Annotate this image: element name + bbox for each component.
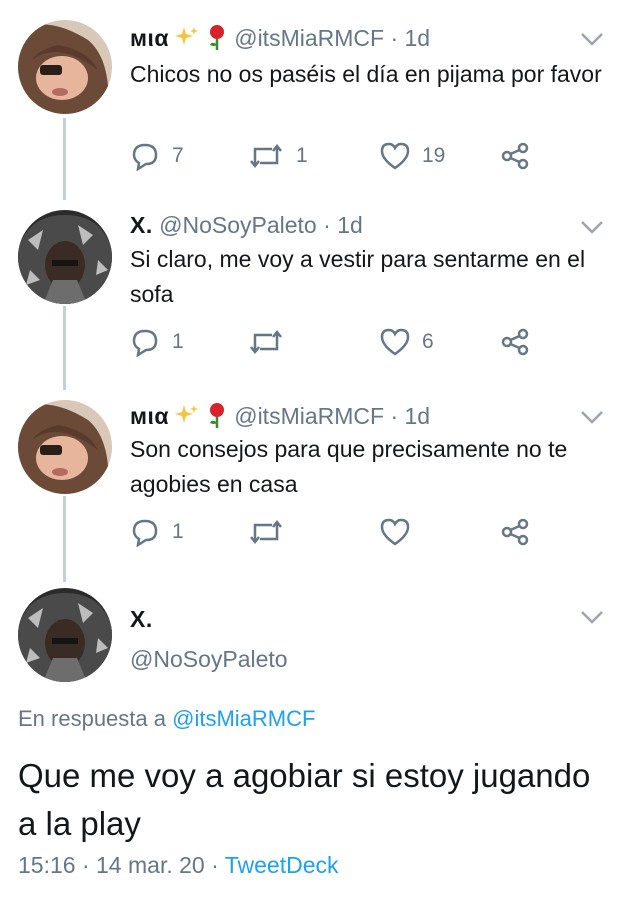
- handle[interactable]: @itsMiaRMCF: [234, 25, 384, 51]
- display-name[interactable]: X.: [130, 212, 153, 238]
- tweet-3[interactable]: мια @itsMiaRMCF · 1d Son consejos para q…: [0, 390, 626, 582]
- retweet-icon: [250, 519, 282, 545]
- reply-button[interactable]: 1: [130, 514, 184, 550]
- like-count: 19: [422, 144, 446, 167]
- avatar-mia[interactable]: [18, 20, 112, 114]
- tweet-date[interactable]: 14 mar. 20: [96, 852, 205, 878]
- like-button[interactable]: [380, 514, 422, 550]
- reply-button[interactable]: 1: [130, 324, 184, 360]
- retweet-count: 1: [296, 144, 308, 167]
- display-name[interactable]: X.: [130, 606, 153, 632]
- focused-tweet-text: Que me voy a agobiar si estoy jugando a …: [18, 757, 591, 842]
- tweet-time[interactable]: 15:16: [18, 852, 76, 878]
- tweet-actions: 1 6: [130, 324, 550, 360]
- share-icon: [501, 142, 529, 170]
- retweet-button[interactable]: [248, 324, 296, 360]
- reply-count: 1: [172, 330, 184, 353]
- focused-handle[interactable]: @NoSoyPaleto: [130, 646, 288, 673]
- reply-button[interactable]: 7: [130, 138, 184, 174]
- sparkles-icon: [175, 403, 199, 433]
- retweet-button[interactable]: [248, 514, 296, 550]
- chevron-down-icon[interactable]: [580, 220, 604, 234]
- reply-icon: [132, 329, 158, 357]
- avatar-x[interactable]: [18, 210, 112, 304]
- tweet-2[interactable]: X. @NoSoyPaleto · 1d Si claro, me voy a …: [0, 200, 626, 390]
- share-button[interactable]: [500, 514, 542, 550]
- sparkles-icon: [175, 25, 199, 55]
- chevron-down-icon[interactable]: [580, 32, 604, 46]
- reply-context: En respuesta a @itsMiaRMCF: [18, 706, 315, 732]
- share-icon: [501, 328, 529, 356]
- handle[interactable]: @NoSoyPaleto: [159, 212, 317, 238]
- tweet-actions: 1: [130, 514, 550, 550]
- avatar-x[interactable]: [18, 588, 112, 682]
- tweet-1[interactable]: мια @itsMiaRMCF · 1d Chicos no os paséis…: [0, 0, 626, 200]
- focused-name[interactable]: X.: [130, 606, 153, 633]
- handle[interactable]: @itsMiaRMCF: [234, 403, 384, 429]
- reply-handle-link[interactable]: @itsMiaRMCF: [172, 706, 315, 731]
- timestamp[interactable]: 1d: [337, 212, 363, 238]
- avatar-mia[interactable]: [18, 400, 112, 494]
- tweet-text: Si claro, me voy a vestir para sentarme …: [130, 246, 586, 307]
- reply-count: 7: [172, 144, 184, 167]
- reply-prefix: En respuesta a: [18, 706, 166, 731]
- reply-icon: [132, 519, 158, 547]
- share-button[interactable]: [500, 138, 542, 174]
- rose-icon: [206, 24, 228, 56]
- timestamp[interactable]: 1d: [405, 403, 431, 429]
- source-link[interactable]: TweetDeck: [225, 852, 339, 878]
- heart-icon: [380, 142, 410, 170]
- chevron-down-icon[interactable]: [580, 410, 604, 424]
- tweet-text: Son consejos para que precisamente no te…: [130, 436, 568, 497]
- tweet-actions: 7 1 19: [130, 138, 550, 174]
- retweet-button[interactable]: 1: [248, 138, 308, 174]
- retweet-icon: [250, 143, 282, 169]
- heart-icon: [380, 518, 410, 546]
- reply-count: 1: [172, 520, 184, 543]
- tweet-header: X. @NoSoyPaleto · 1d: [130, 212, 363, 238]
- like-button[interactable]: 6: [380, 324, 434, 360]
- display-name[interactable]: мια: [130, 403, 169, 429]
- handle[interactable]: @NoSoyPaleto: [130, 646, 288, 672]
- tweet-text: Chicos no os paséis el día en pijama por…: [130, 61, 602, 87]
- retweet-icon: [250, 329, 282, 355]
- display-name[interactable]: мια: [130, 25, 169, 51]
- tweet-header: мια @itsMiaRMCF · 1d: [130, 402, 430, 434]
- share-button[interactable]: [500, 324, 542, 360]
- reply-icon: [132, 143, 158, 171]
- like-count: 6: [422, 330, 434, 353]
- chevron-down-icon[interactable]: [580, 610, 604, 624]
- like-button[interactable]: 19: [380, 138, 445, 174]
- tweet-meta: 15:16 · 14 mar. 20 · TweetDeck: [18, 852, 339, 878]
- rose-icon: [206, 402, 228, 434]
- tweet-header: мια @itsMiaRMCF · 1d: [130, 24, 430, 56]
- timestamp[interactable]: 1d: [405, 25, 431, 51]
- share-icon: [501, 518, 529, 546]
- heart-icon: [380, 328, 410, 356]
